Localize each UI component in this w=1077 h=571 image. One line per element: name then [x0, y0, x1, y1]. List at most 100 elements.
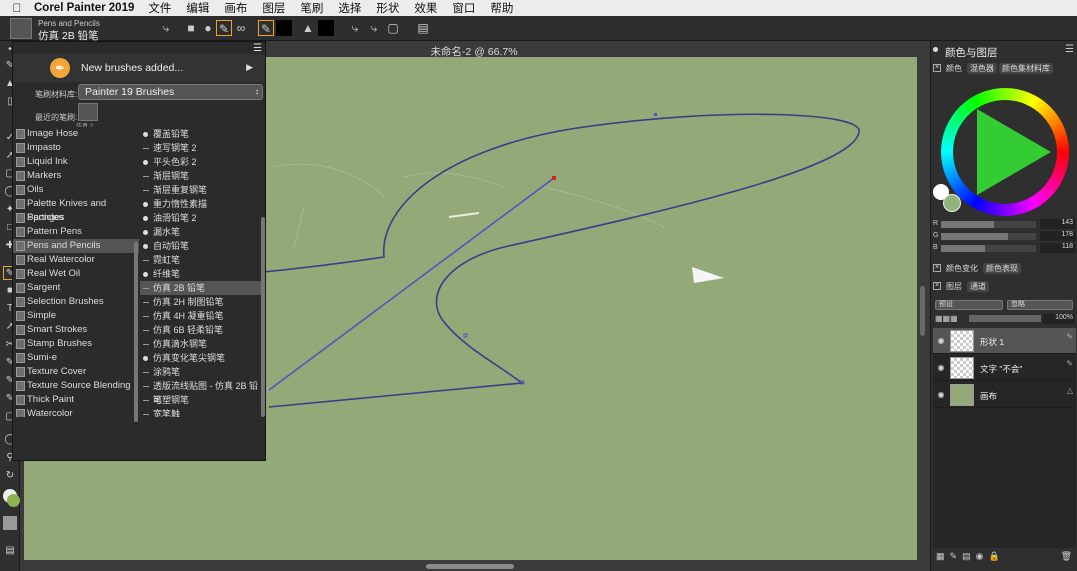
brush-category-item[interactable]: Palette Knives and Sponges: [13, 197, 139, 223]
brush-variant-item[interactable]: 速写钢笔 2: [140, 141, 264, 155]
brush-variant-item[interactable]: 霓虹笔: [140, 253, 264, 267]
brush-category-item[interactable]: Particles: [13, 211, 139, 225]
r-slider[interactable]: [941, 221, 1036, 228]
tab-color-expression[interactable]: 颜色表现: [983, 262, 1021, 274]
paper-selector-icon[interactable]: [3, 516, 17, 530]
layer-row[interactable]: ◉ 文字 "不会" ✎: [933, 355, 1076, 381]
brush-variant-item[interactable]: 仿真 4H 凝重铅笔: [140, 309, 264, 323]
brush-variant-item[interactable]: 漏水笔: [140, 225, 264, 239]
tab-channels[interactable]: 通道: [967, 280, 989, 292]
main-color-swatch[interactable]: [943, 194, 961, 212]
stroke-color-swatch[interactable]: [276, 20, 292, 36]
composite-method-select[interactable]: 预设: [935, 300, 1003, 310]
brush-variant-item[interactable]: 仿真变化笔尖钢笔: [140, 351, 264, 365]
horizontal-scrollbar[interactable]: [426, 564, 514, 569]
brush-library-select[interactable]: Painter 19 Brushes ↕: [78, 84, 263, 100]
menu-window[interactable]: 窗口: [452, 0, 475, 16]
brush-category-item[interactable]: Texture Cover: [13, 365, 139, 379]
eye-icon[interactable]: ◉: [936, 363, 946, 373]
ellipse-shape-icon[interactable]: ●: [200, 20, 216, 36]
brush-category-item[interactable]: Oils: [13, 183, 139, 197]
freehand-stroke-icon[interactable]: ⤷: [158, 20, 174, 36]
active-anchor-point[interactable]: [552, 176, 556, 180]
menu-help[interactable]: 帮助: [490, 0, 513, 16]
g-value[interactable]: 178: [1040, 231, 1076, 241]
brush-variant-item[interactable]: 自动铅笔: [140, 239, 264, 253]
brush-category-item[interactable]: Impasto: [13, 141, 139, 155]
brush-category-item[interactable]: Sumi-e: [13, 351, 139, 365]
close-icon[interactable]: ×: [933, 64, 941, 72]
layer-lock-icons[interactable]: ▦▦▦: [935, 314, 958, 323]
color-wheel[interactable]: [941, 88, 1069, 216]
brush-category-item[interactable]: Watercolor: [13, 407, 139, 417]
eye-icon[interactable]: ◉: [936, 390, 946, 400]
brush-variant-item[interactable]: 仿真滴水钢笔: [140, 337, 264, 351]
chevron-right-icon[interactable]: ▶: [246, 62, 253, 73]
menu-shapes[interactable]: 形状: [376, 0, 399, 16]
shape-properties-icon[interactable]: ▤: [415, 20, 431, 36]
layer-row[interactable]: ◉ 形状 1 ✎: [933, 328, 1076, 354]
b-slider[interactable]: [941, 245, 1036, 252]
brush-variant-item[interactable]: 仿真 6B 轻柔铅笔: [140, 323, 264, 337]
pen-shape-icon[interactable]: ✎: [216, 20, 232, 36]
app-name[interactable]: Corel Painter 2019: [34, 2, 134, 14]
brush-category-item[interactable]: Selection Brushes: [13, 295, 139, 309]
new-layer-icon[interactable]: ▤: [962, 551, 971, 562]
brush-variant-item[interactable]: 涂鸦笔: [140, 365, 264, 379]
fill-color-swatch[interactable]: [318, 20, 334, 36]
eye-icon[interactable]: ◉: [936, 336, 946, 346]
b-value[interactable]: 118: [1040, 243, 1076, 253]
brush-variant-item[interactable]: 纤维笔: [140, 267, 264, 281]
close-icon[interactable]: ×: [933, 264, 941, 272]
brush-variant-item[interactable]: 仿真 2B 铅笔: [140, 281, 264, 295]
variant-scrollbar[interactable]: [261, 217, 265, 417]
layer-commands-icon[interactable]: ▦: [936, 551, 945, 562]
opacity-value[interactable]: 100%: [1043, 314, 1075, 324]
menu-brushes[interactable]: 笔刷: [300, 0, 323, 16]
brush-variant-item[interactable]: 覆盖铅笔: [140, 127, 264, 141]
panel-menu-icon[interactable]: ☰: [253, 43, 262, 54]
brush-category-item[interactable]: Sargent: [13, 281, 139, 295]
rectangle-shape-icon[interactable]: ■: [183, 20, 199, 36]
rotate-page-icon[interactable]: ↻: [3, 469, 17, 483]
layer-row[interactable]: ◉ 画布 △: [933, 382, 1076, 408]
convert-shape-icon[interactable]: ▢: [385, 20, 401, 36]
shape-stroke-icon[interactable]: ✎: [258, 20, 274, 36]
main-color-icon[interactable]: [7, 494, 20, 507]
brush-category-item[interactable]: Texture Source Blending: [13, 379, 139, 393]
menu-edit[interactable]: 编辑: [186, 0, 209, 16]
quick-curve-icon[interactable]: ∞: [233, 20, 249, 36]
tab-color-variability[interactable]: 颜色变化: [943, 263, 981, 274]
apple-icon[interactable]: : [10, 1, 24, 15]
menu-select[interactable]: 选择: [338, 0, 361, 16]
brush-variant-item[interactable]: 油滑铅笔 2: [140, 211, 264, 225]
brush-variant-item[interactable]: 重力惰性素描: [140, 197, 264, 211]
menu-layers[interactable]: 图层: [262, 0, 285, 16]
tab-mixer[interactable]: 混色器: [967, 62, 997, 74]
brush-variant-item[interactable]: 宽笔触: [140, 407, 264, 417]
edit-shape-icon[interactable]: ⤷: [347, 20, 363, 36]
dynamic-plugins-icon[interactable]: ✎: [950, 551, 958, 562]
new-brushes-notice[interactable]: ✒ New brushes added... ▶: [13, 54, 265, 82]
tab-layers[interactable]: 图层: [943, 281, 965, 292]
brush-variant-item[interactable]: 渐层钢笔: [140, 169, 264, 183]
menu-effects[interactable]: 效果: [414, 0, 437, 16]
brush-category-item[interactable]: Simple: [13, 309, 139, 323]
brush-variant-item[interactable]: 渐层重复钢笔: [140, 183, 264, 197]
tab-color-sets[interactable]: 颜色集材料库: [999, 62, 1053, 74]
lock-icon[interactable]: 🔒: [988, 551, 999, 562]
screen-mode-icon[interactable]: ▤: [3, 544, 17, 558]
brush-variant-item[interactable]: 平头色彩 2: [140, 155, 264, 169]
brush-selector-icon[interactable]: [10, 18, 32, 39]
recent-brush-thumbnail[interactable]: [78, 103, 98, 121]
r-value[interactable]: 143: [1040, 219, 1076, 229]
menu-file[interactable]: 文件: [148, 0, 171, 16]
brush-variant-item[interactable]: 可塑钢笔: [140, 393, 264, 407]
brush-category-item[interactable]: Liquid Ink: [13, 155, 139, 169]
tab-color[interactable]: 颜色: [943, 63, 965, 74]
vertical-scrollbar[interactable]: [920, 286, 925, 336]
composite-depth-select[interactable]: 忽略: [1007, 300, 1073, 310]
opacity-slider[interactable]: [969, 315, 1041, 322]
brush-category-item[interactable]: Markers: [13, 169, 139, 183]
brush-category-item[interactable]: Smart Strokes: [13, 323, 139, 337]
